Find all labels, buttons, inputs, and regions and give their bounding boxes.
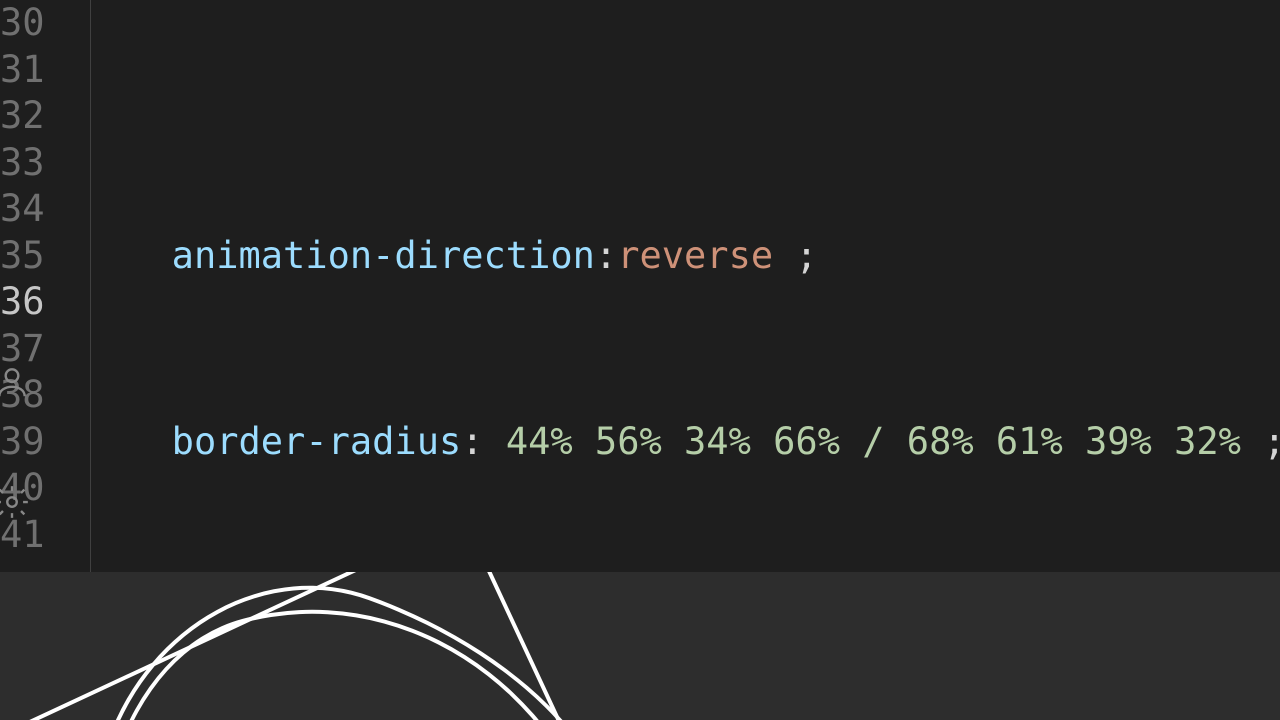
live-preview-panel [0,572,1280,720]
code-area[interactable]: animation-direction:reverse ; border-rad… [83,0,1280,572]
line-number: 33 [0,140,45,187]
line-number: 39 [0,419,45,466]
line-number: 32 [0,93,45,140]
loader-animation [80,602,600,720]
code-editor[interactable]: 30 31 32 33 34 35 36 37 38 39 40 41 anim… [0,0,1280,572]
line-number: 36 [0,279,45,326]
account-icon[interactable] [0,360,34,404]
code-line[interactable]: border-radius: 44% 56% 34% 66% / 68% 61%… [83,419,1280,466]
gear-icon[interactable] [0,480,34,524]
line-number: 34 [0,186,45,233]
line-number: 31 [0,47,45,94]
line-number: 30 [0,0,45,47]
code-line[interactable]: animation-direction:reverse ; [83,233,1280,280]
line-number: 35 [0,233,45,280]
